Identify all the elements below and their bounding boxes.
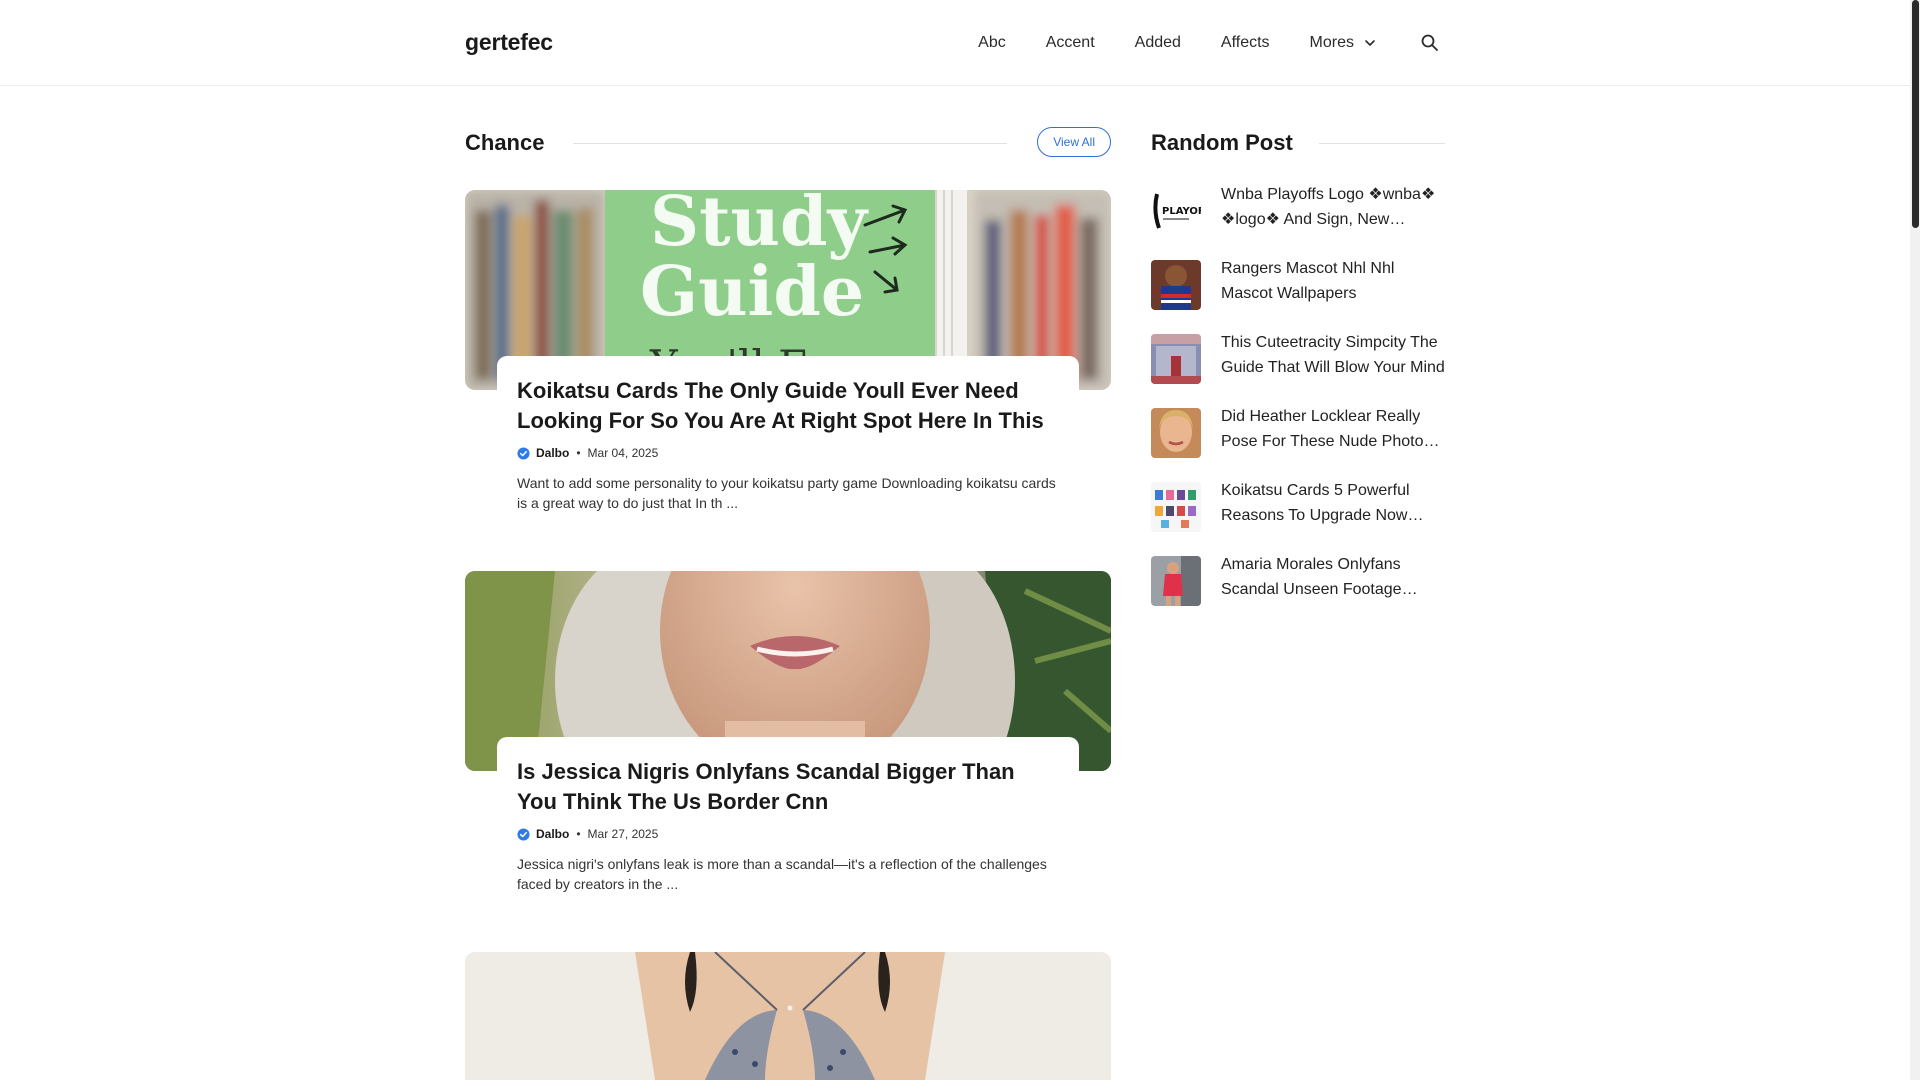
post-thumbnail [1151, 334, 1201, 384]
random-post-title: Wnba Playoffs Logo ❖wnba❖ ❖logo❖ And Sig… [1221, 186, 1436, 228]
verified-icon [517, 446, 530, 460]
random-post-item[interactable]: This Cuteetracity Simpcity The Guide Tha… [1151, 330, 1445, 404]
post-thumbnail [1151, 556, 1201, 606]
post-excerpt: Jessica nigri's onlyfans leak is more th… [517, 856, 1047, 892]
section-divider [573, 143, 1007, 144]
post-meta: Dalbo • Mar 27, 2025 [517, 827, 1059, 841]
post-author[interactable]: Dalbo [536, 827, 569, 841]
post-thumbnail [1151, 260, 1201, 310]
nav-item-abc[interactable]: Abc [978, 34, 1006, 52]
random-post-item[interactable]: Koikatsu Cards 5 Powerful Reasons To Upg… [1151, 478, 1445, 552]
view-all-button[interactable]: View All [1037, 127, 1111, 157]
site-logo[interactable]: gertefec [465, 29, 553, 56]
section-header: Chance View All [465, 124, 1111, 160]
chevron-down-icon [1365, 40, 1375, 46]
post-title[interactable]: Koikatsu Cards The Only Guide Youll Ever… [517, 376, 1059, 436]
bikini-image [465, 952, 1111, 1080]
nav-item-mores-label: Mores [1309, 34, 1354, 51]
post-content: Koikatsu Cards The Only Guide Youll Ever… [497, 356, 1079, 513]
random-post-list: PLAYOF Wnba Playoffs Logo ❖wnba❖ ❖logo❖ … [1151, 182, 1445, 626]
sidebar-header: Random Post [1151, 124, 1445, 160]
nav-item-mores[interactable]: Mores [1310, 34, 1376, 52]
post-date: Mar 04, 2025 [587, 446, 659, 460]
scrollbar-thumb[interactable] [1912, 0, 1919, 228]
main-nav: Abc Accent Added Affects Mores [930, 0, 1440, 86]
section-title: Chance [465, 130, 545, 155]
post-content: Is Jessica Nigris Onlyfans Scandal Bigge… [497, 737, 1079, 894]
random-post-item[interactable]: Did Heather Locklear Really Pose For The… [1151, 404, 1445, 478]
image-text-guide: Guide [640, 252, 864, 332]
post-thumbnail [1151, 408, 1201, 458]
site-header: gertefec Abc Accent Added Affects Mores [0, 0, 1910, 86]
random-post-title: Did Heather Locklear Really Pose For The… [1221, 408, 1432, 450]
nav-item-accent[interactable]: Accent [1046, 34, 1095, 52]
nav-item-affects[interactable]: Affects [1221, 34, 1270, 52]
verified-icon [517, 827, 530, 841]
search-icon[interactable] [1420, 33, 1440, 53]
random-post-title: This Cuteetracity Simpcity The Guide Tha… [1221, 334, 1445, 376]
post-title[interactable]: Is Jessica Nigris Onlyfans Scandal Bigge… [517, 757, 1059, 817]
page-scrollbar[interactable] [1910, 0, 1920, 1080]
post-thumbnail: PLAYOF [1151, 186, 1201, 236]
post-date: Mar 27, 2025 [587, 827, 659, 841]
post-author[interactable]: Dalbo [536, 446, 569, 460]
post-excerpt: Want to add some personality to your koi… [517, 475, 1056, 511]
random-post-item[interactable]: Rangers Mascot Nhl Nhl Mascot Wallpapers [1151, 256, 1445, 330]
random-post-title: Koikatsu Cards 5 Powerful Reasons To Upg… [1221, 482, 1410, 524]
meta-separator: • [576, 446, 581, 460]
nav-item-added[interactable]: Added [1135, 34, 1181, 52]
post-meta: Dalbo • Mar 04, 2025 [517, 446, 1059, 460]
post-image[interactable] [465, 952, 1111, 1080]
thumb-text: PLAYOF [1162, 206, 1201, 217]
random-post-item[interactable]: PLAYOF Wnba Playoffs Logo ❖wnba❖ ❖logo❖ … [1151, 182, 1445, 256]
sidebar-title: Random Post [1151, 130, 1293, 155]
random-post-item[interactable]: Amaria Morales Onlyfans Scandal Unseen F… [1151, 552, 1445, 626]
meta-separator: • [576, 827, 581, 841]
sidebar-divider [1319, 143, 1445, 144]
random-post-title: Rangers Mascot Nhl Nhl Mascot Wallpapers [1221, 260, 1395, 302]
random-post-title: Amaria Morales Onlyfans Scandal Unseen F… [1221, 556, 1402, 598]
post-thumbnail [1151, 482, 1201, 532]
